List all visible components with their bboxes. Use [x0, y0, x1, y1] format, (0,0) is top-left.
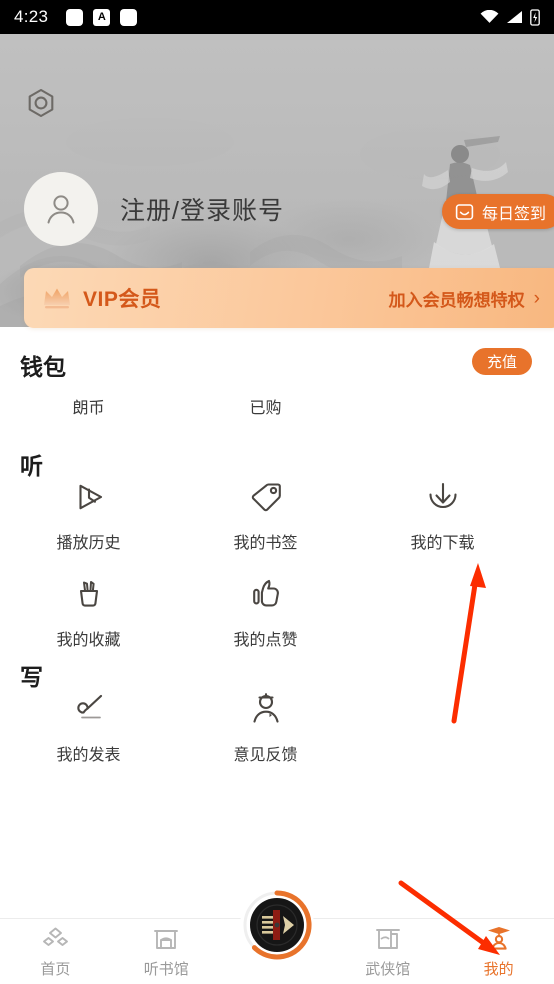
status-bar-notification-icons: A [66, 8, 138, 26]
play-history-icon [71, 478, 107, 516]
grid-item-label: 播放历史 [56, 535, 121, 552]
grid-item-likes[interactable]: 我的点赞 [177, 575, 354, 650]
grid-item-favorites[interactable]: 我的收藏 [0, 575, 177, 650]
person-avatar-icon [47, 195, 75, 224]
nav-item-audiobook-hall[interactable]: 听书馆 [111, 925, 222, 979]
avatar[interactable] [24, 172, 98, 246]
write-section-title: 写 [20, 664, 43, 690]
write-grid: 我的发表 意见反馈 [0, 690, 554, 787]
crown-icon [44, 288, 70, 309]
a-badge-icon: A [93, 8, 111, 26]
nav-item-home[interactable]: 首页 [0, 925, 111, 979]
grid-item-bookmarks[interactable]: 我的书签 [177, 478, 354, 553]
recharge-button[interactable]: 充值 [471, 348, 532, 375]
grid-item-label: 我的收藏 [56, 632, 121, 649]
wifi-icon [480, 10, 499, 23]
brush-pen-icon [71, 690, 107, 728]
wallet-section-title: 钱包 [20, 354, 66, 380]
wallet-item-label: 已购 [249, 400, 282, 417]
profile-row[interactable]: 注册/登录账号 [24, 172, 284, 246]
pavilion-icon [375, 925, 401, 951]
nav-item-label: 听书馆 [143, 960, 189, 978]
app-root: 4:23 A 注册/登录账号 每日签到 VIP会员 加入会员畅想特权 › 钱包 … [0, 0, 554, 984]
person-feedback-icon [248, 690, 284, 728]
download-icon [425, 478, 461, 516]
grid-item-play-history[interactable]: 播放历史 [0, 478, 177, 553]
rounded-square-icon [66, 8, 84, 26]
rounded-square-icon [120, 8, 138, 26]
grid-item-label: 我的发表 [56, 747, 121, 764]
status-bar-system-icons [480, 8, 540, 26]
daily-signin-button[interactable]: 每日签到 [441, 194, 554, 229]
battery-icon [530, 8, 540, 26]
signal-icon [507, 11, 522, 23]
listen-grid: 播放历史 我的书签 我的下载 我的收藏 我的点赞 [0, 478, 554, 672]
wallet-item-purchased[interactable]: 已购 [177, 394, 354, 418]
wallet-item-label: 朗币 [72, 400, 105, 417]
chevron-right-icon: › [533, 287, 540, 309]
brush-pot-favorite-icon [71, 575, 107, 613]
home-diamonds-icon [42, 925, 69, 951]
status-bar: 4:23 A [0, 0, 554, 34]
library-house-icon [153, 925, 179, 951]
vip-banner-left: VIP会员 [42, 283, 161, 313]
grid-item-downloads[interactable]: 我的下载 [354, 478, 531, 553]
nav-item-label: 武侠馆 [365, 960, 411, 978]
bookmark-tag-icon [248, 478, 284, 516]
vip-action-label: 加入会员畅想特权 [388, 290, 525, 310]
vip-action[interactable]: 加入会员畅想特权 › [389, 286, 540, 311]
listen-section-title: 听 [20, 453, 43, 479]
player-fab-button[interactable] [240, 888, 314, 962]
vip-title: VIP会员 [83, 288, 162, 311]
nav-item-mine[interactable]: 我的 [443, 925, 554, 979]
person-hat-icon [485, 925, 513, 951]
grid-item-label: 我的书签 [233, 535, 298, 552]
nav-item-label: 首页 [40, 960, 71, 978]
login-register-label[interactable]: 注册/登录账号 [120, 191, 284, 227]
daily-signin-label: 每日签到 [481, 205, 546, 223]
wallet-item-coins[interactable]: 朗币 [0, 394, 177, 418]
nav-item-label: 我的 [483, 960, 514, 978]
grid-item-my-posts[interactable]: 我的发表 [0, 690, 177, 765]
grid-item-feedback[interactable]: 意见反馈 [177, 690, 354, 765]
wallet-items: 朗币 已购 [0, 394, 554, 418]
vinyl-player-icon [241, 889, 313, 961]
grid-item-label: 我的下载 [410, 535, 475, 552]
grid-item-label: 我的点赞 [233, 632, 298, 649]
thumbs-up-icon [248, 575, 284, 613]
calendar-check-icon [455, 204, 474, 220]
settings-hexagon-icon[interactable] [26, 88, 56, 120]
status-bar-time: 4:23 [14, 7, 49, 26]
grid-item-label: 意见反馈 [233, 747, 298, 764]
nav-item-wuxia-hall[interactable]: 武侠馆 [332, 925, 443, 979]
vip-banner[interactable]: VIP会员 加入会员畅想特权 › [24, 268, 554, 328]
